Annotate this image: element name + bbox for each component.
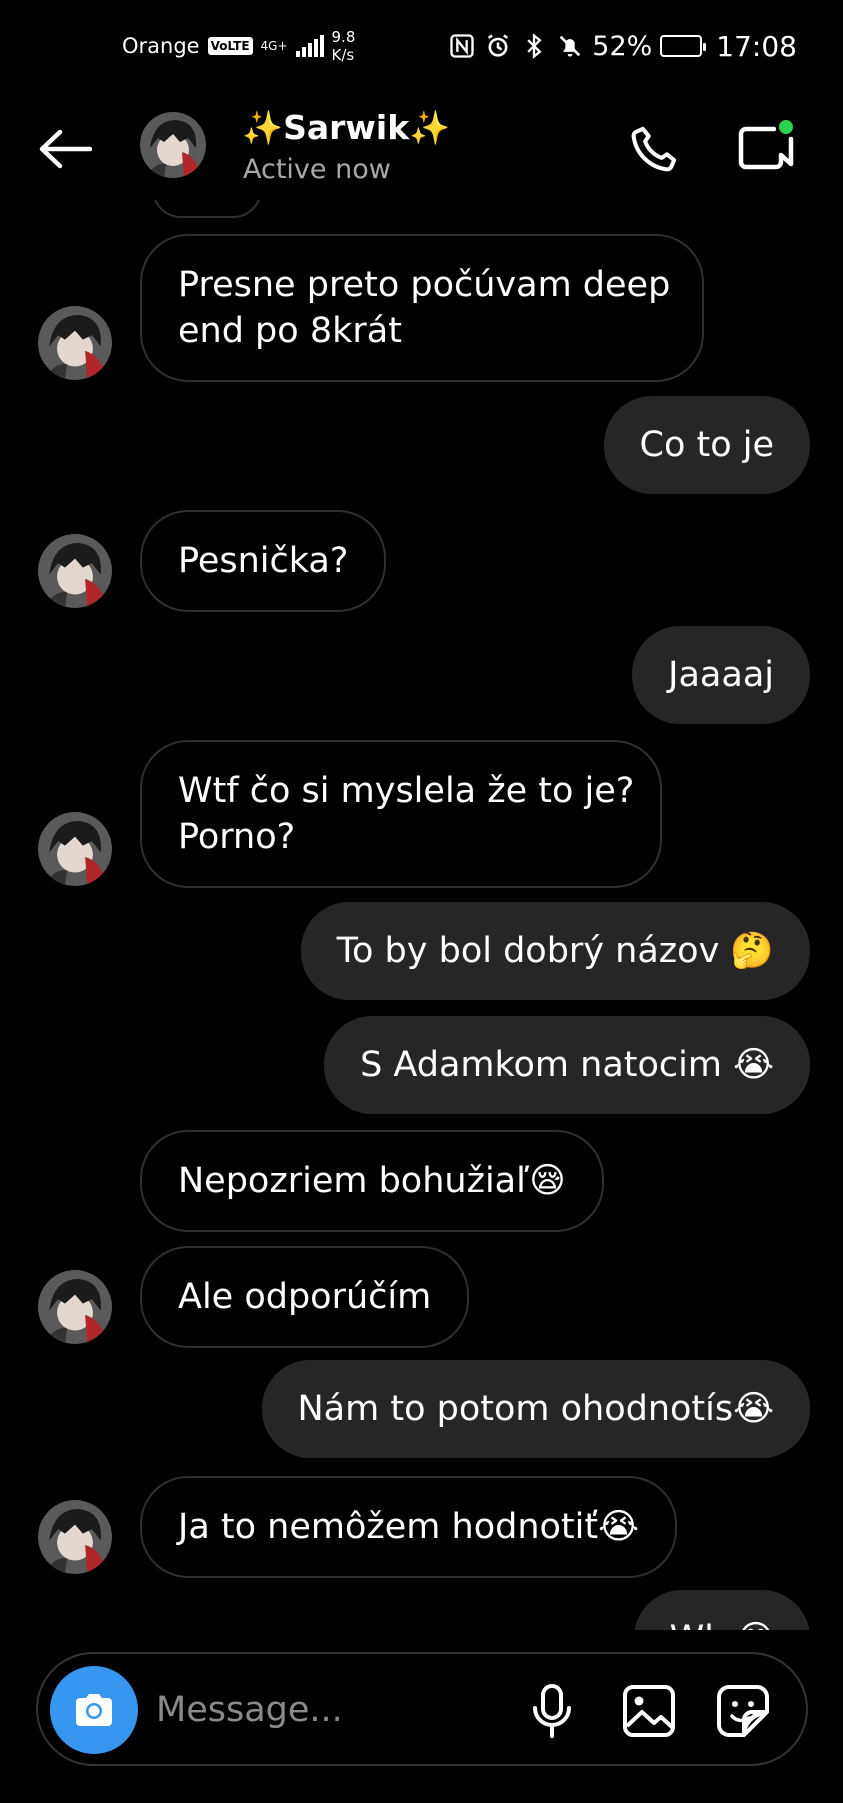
sticker-icon [717,1685,769,1737]
message-bubble-incoming[interactable]: Nepozriem bohužiaľ😪 [140,1130,604,1232]
message-text-line2: Porno? [178,817,296,857]
message-composer [36,1652,808,1766]
volte-badge: VoLTE [207,37,253,55]
speed-value: 9.8 [331,28,356,46]
dm-screen: Orange VoLTE 4G+ 9.8 K/s 52% 17:08 ✨Sarw… [0,0,843,1803]
message-bubble-outgoing[interactable]: To by bol dobrý názov 🤔 [300,902,810,1000]
sender-avatar[interactable] [38,306,112,380]
sender-avatar[interactable] [38,534,112,608]
message-text: Jaaaaj [668,655,774,695]
camera-icon [76,1694,112,1726]
message-list[interactable]: Presne preto počúvam deep end po 8krát C… [0,200,843,1630]
avatar-image [38,812,112,886]
message-bubble-incoming[interactable]: Presne preto počúvam deep end po 8krát [140,234,704,382]
status-bar: Orange VoLTE 4G+ 9.8 K/s 52% 17:08 [0,0,843,92]
message-bubble-outgoing[interactable]: Jaaaaj [632,626,810,724]
message-text: Nám to potom ohodnotís😭 [297,1389,775,1429]
sender-avatar[interactable] [38,1270,112,1344]
message-text: Pesnička? [178,541,349,581]
message-bubble-outgoing[interactable]: Wh 😊 [633,1590,810,1630]
message-text: To by bol dobrý názov 🤔 [336,931,774,971]
message-bubble-outgoing[interactable]: S Adamkom natocim 😭 [324,1016,810,1114]
message-text: Nepozriem bohužiaľ😪 [178,1161,566,1201]
message-text: Ja to nemôžem hodnotiť😭 [178,1507,639,1547]
contact-avatar[interactable] [140,112,206,178]
previous-bubble-edge [152,200,262,218]
sender-avatar[interactable] [38,1500,112,1574]
voice-call-button[interactable] [625,118,685,178]
status-left: Orange VoLTE 4G+ 9.8 K/s [122,28,355,64]
avatar-image [140,112,206,178]
message-bubble-incoming[interactable]: Wtf čo si myslela že to je? Porno? [140,740,662,888]
avatar-image [38,1500,112,1574]
signal-icon [295,35,324,57]
carrier-name: Orange [122,34,200,58]
message-bubble-outgoing[interactable]: Co to je [603,396,810,494]
sender-avatar[interactable] [38,812,112,886]
message-bubble-incoming[interactable]: Ja to nemôžem hodnotiť😭 [140,1476,677,1578]
phone-icon [631,126,677,172]
voice-message-button[interactable] [524,1682,580,1740]
message-bubble-outgoing[interactable]: Nám to potom ohodnotís😭 [261,1360,810,1458]
avatar-image [38,534,112,608]
online-indicator [776,117,796,137]
message-text: S Adamkom natocim 😭 [360,1045,774,1085]
alarm-icon [488,34,509,57]
message-bubble-incoming[interactable]: Pesnička? [140,510,387,612]
message-text-line2: end po 8krát [178,311,402,351]
message-text: Presne preto počúvam deep [178,265,671,305]
message-text: Ale odporúčím [178,1277,432,1317]
back-button[interactable] [36,120,94,178]
back-arrow-icon [39,129,92,169]
speed-unit: K/s [331,46,355,64]
mute-bell-icon [560,35,581,57]
avatar-image [38,1270,112,1344]
battery-percent: 52% [592,30,653,62]
gallery-button[interactable] [620,1682,678,1740]
contact-name[interactable]: ✨Sarwik✨ [242,108,450,148]
clock: 17:08 [716,29,797,63]
message-text: Wh 😊 [670,1619,774,1630]
camera-button[interactable] [50,1666,138,1754]
microphone-icon [533,1684,571,1738]
bluetooth-icon [527,33,542,59]
avatar-image [38,306,112,380]
message-text: Wtf čo si myslela že to je? [178,771,635,811]
nfc-icon [450,34,474,58]
chat-header: ✨Sarwik✨ Active now [0,100,843,200]
message-input[interactable] [156,1682,496,1738]
gallery-icon [623,1685,675,1737]
network-type: 4G+ [260,39,288,53]
message-bubble-incoming[interactable]: Ale odporúčím [140,1246,470,1348]
status-right: 52% 17:08 [448,30,797,63]
battery-icon [660,35,707,57]
sticker-button[interactable] [714,1682,772,1740]
message-text: Co to je [639,425,775,465]
video-call-button[interactable] [734,115,802,177]
network-speed: 9.8 K/s [332,28,356,64]
active-status: Active now [243,154,391,185]
